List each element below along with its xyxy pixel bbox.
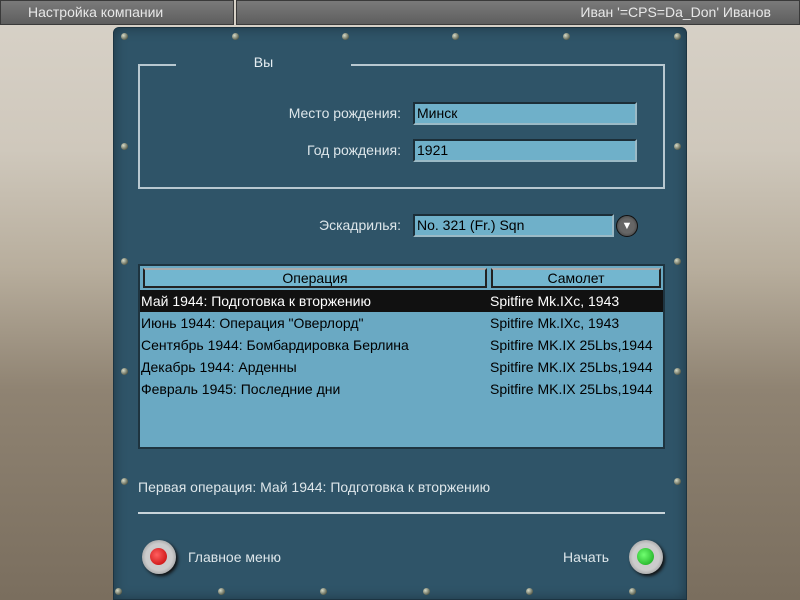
main-menu-label[interactable]: Главное меню xyxy=(188,549,281,565)
screw-icon xyxy=(423,588,430,595)
screw-icon xyxy=(121,258,128,265)
operation-cell: Июнь 1944: Операция "Оверлорд" xyxy=(141,315,364,331)
screw-icon xyxy=(674,368,681,375)
operation-cell: Февраль 1945: Последние дни xyxy=(141,381,341,397)
dropdown-arrow-icon[interactable]: ▼ xyxy=(616,215,638,237)
screw-icon xyxy=(342,33,349,40)
screw-icon xyxy=(674,33,681,40)
screw-icon xyxy=(674,478,681,485)
page-title: Настройка компании xyxy=(0,0,234,25)
you-legend: Вы xyxy=(176,54,351,70)
aircraft-cell: Spitfire MK.IX 25Lbs,1944 xyxy=(490,337,653,353)
screw-icon xyxy=(629,588,636,595)
red-light-icon xyxy=(150,548,167,565)
column-header-operation[interactable]: Операция xyxy=(143,268,487,288)
table-row[interactable]: Июнь 1944: Операция "Оверлорд" Spitfire M… xyxy=(140,312,663,334)
screw-icon xyxy=(674,258,681,265)
table-row[interactable]: Май 1944: Подготовка к вторжению Spitfire… xyxy=(140,290,663,312)
user-name: Иван '=CPS=Da_Don' Иванов xyxy=(236,0,800,25)
start-label[interactable]: Начать xyxy=(563,549,609,565)
green-light-icon xyxy=(637,548,654,565)
screw-icon xyxy=(121,143,128,150)
operation-cell: Декабрь 1944: Арденны xyxy=(141,359,297,375)
operation-cell: Май 1944: Подготовка к вторжению xyxy=(141,293,371,309)
screw-icon xyxy=(121,478,128,485)
main-menu-button[interactable] xyxy=(142,540,176,574)
aircraft-cell: Spitfire Mk.IXc, 1943 xyxy=(490,315,620,331)
screw-icon xyxy=(563,33,570,40)
operations-table: Операция Самолет Май 1944: Подготовка к … xyxy=(138,264,665,449)
divider xyxy=(138,512,665,514)
operation-cell: Сентябрь 1944: Бомбардировка Берлина xyxy=(141,337,409,353)
column-header-aircraft[interactable]: Самолет xyxy=(491,268,661,288)
aircraft-cell: Spitfire Mk.IXc, 1943 xyxy=(490,293,620,309)
aircraft-cell: Spitfire MK.IX 25Lbs,1944 xyxy=(490,381,653,397)
table-row[interactable]: Февраль 1945: Последние дни Spitfire MK.I… xyxy=(140,378,663,400)
birthyear-input[interactable]: 1921 xyxy=(413,139,637,162)
squadron-label: Эскадрилья: xyxy=(319,217,401,233)
birthplace-label: Место рождения: xyxy=(288,105,401,121)
table-row[interactable]: Сентябрь 1944: Бомбардировка Берлина Spit… xyxy=(140,334,663,356)
status-text: Первая операция: Май 1944: Подготовка к … xyxy=(138,479,491,495)
screw-icon xyxy=(121,368,128,375)
you-group: Вы xyxy=(138,54,665,189)
campaign-panel: Вы Место рождения: Минск Год рождения: 1… xyxy=(113,27,687,600)
table-row[interactable]: Декабрь 1944: Арденны Spitfire MK.IX 25Lb… xyxy=(140,356,663,378)
screw-icon xyxy=(218,588,225,595)
screw-icon xyxy=(674,143,681,150)
screw-icon xyxy=(115,588,122,595)
birthyear-label: Год рождения: xyxy=(307,142,401,158)
start-button[interactable] xyxy=(629,540,663,574)
squadron-select[interactable]: No. 321 (Fr.) Sqn xyxy=(413,214,614,237)
screw-icon xyxy=(526,588,533,595)
screw-icon xyxy=(452,33,459,40)
screw-icon xyxy=(232,33,239,40)
screw-icon xyxy=(121,33,128,40)
birthplace-input[interactable]: Минск xyxy=(413,102,637,125)
aircraft-cell: Spitfire MK.IX 25Lbs,1944 xyxy=(490,359,653,375)
screw-icon xyxy=(320,588,327,595)
